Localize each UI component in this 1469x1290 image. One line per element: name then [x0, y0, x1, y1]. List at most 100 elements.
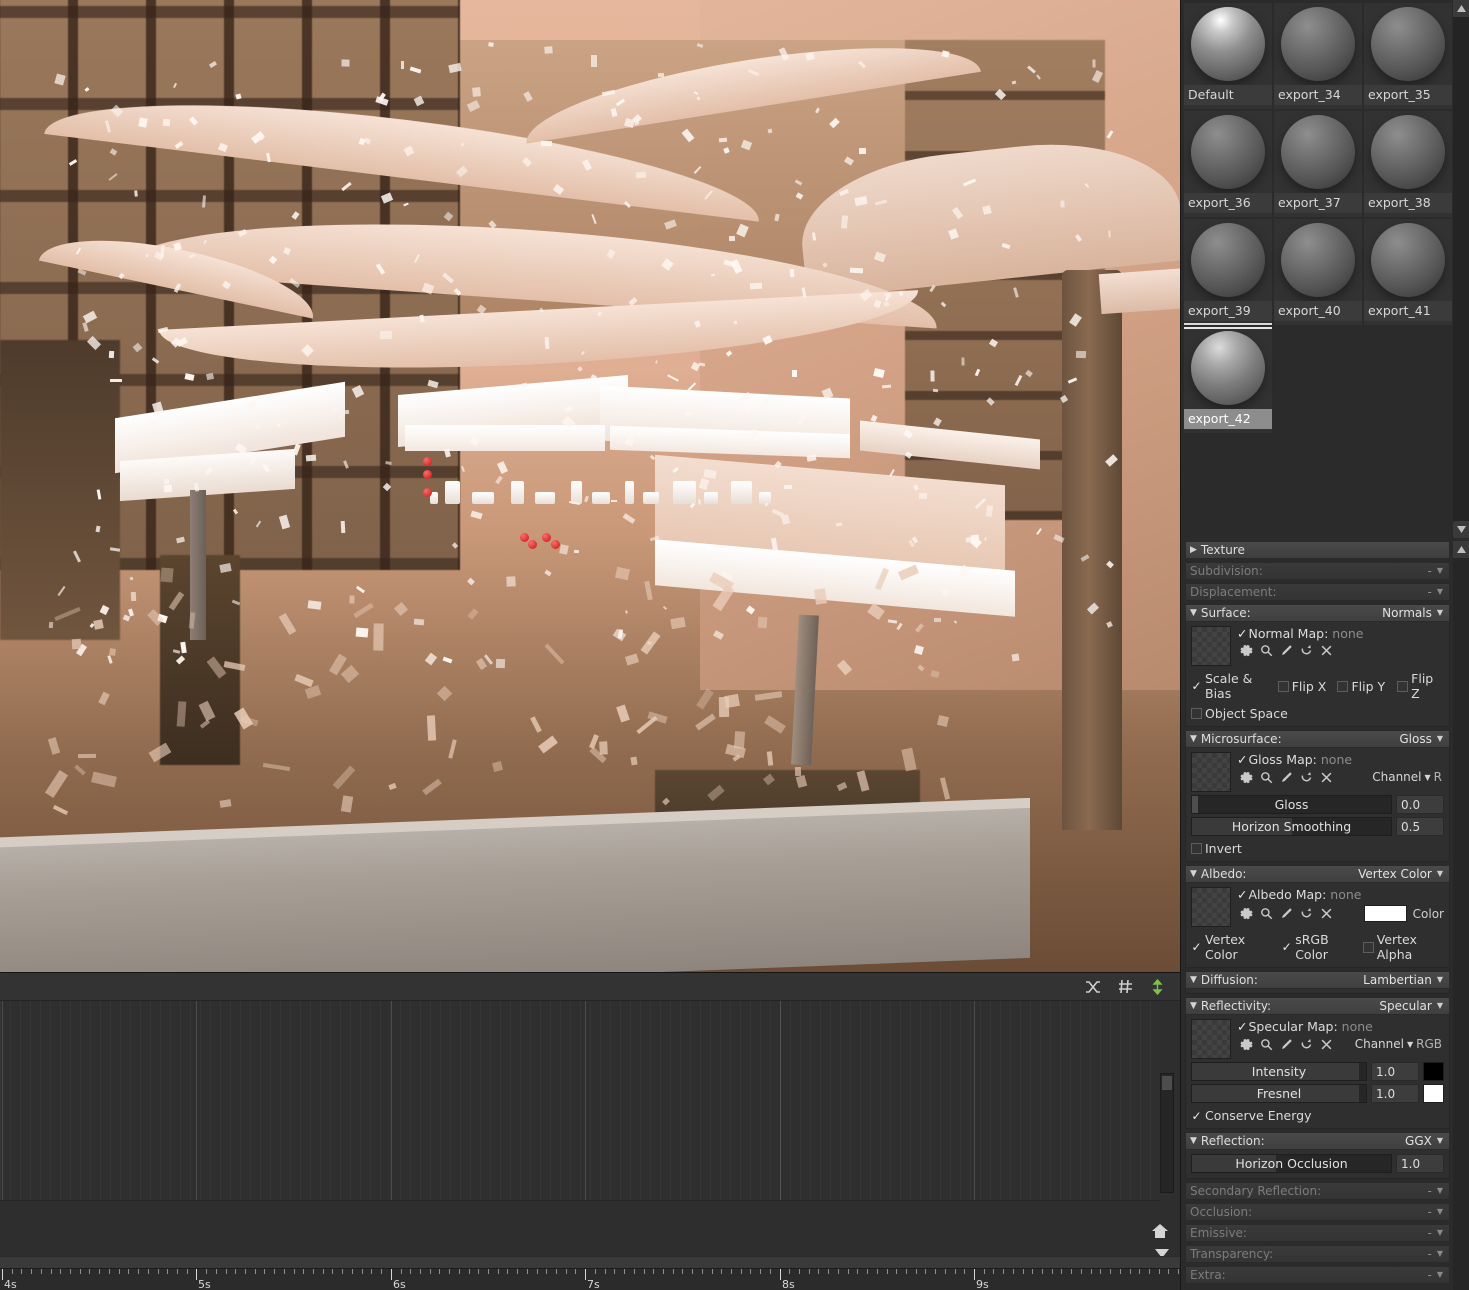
checkmark-icon[interactable]: ✓: [1237, 887, 1247, 902]
timeline-vertical-scrollbar[interactable]: [1160, 1073, 1174, 1193]
chevron-down-icon[interactable]: ▼: [1437, 1266, 1443, 1284]
diffusion-header[interactable]: ▼ Diffusion: Lambertian ▼: [1185, 971, 1450, 989]
occlusion-header[interactable]: Occlusion: - ▼: [1185, 1203, 1450, 1221]
horizon-smoothing-slider[interactable]: Horizon Smoothing: [1191, 817, 1392, 836]
gear-icon[interactable]: [1240, 907, 1253, 920]
magnifier-icon[interactable]: [1260, 771, 1273, 784]
home-icon[interactable]: [1148, 1220, 1172, 1242]
gloss-map-thumbnail[interactable]: [1191, 752, 1231, 792]
reflection-header[interactable]: ▼ Reflection: GGX ▼: [1185, 1132, 1450, 1150]
refresh-icon[interactable]: [1300, 1038, 1313, 1051]
invert-checkbox[interactable]: Invert: [1191, 841, 1242, 856]
srgb-color-checkbox[interactable]: ✓ sRGB Color: [1281, 932, 1363, 962]
microsurface-header[interactable]: ▼ Microsurface: Gloss ▼: [1185, 730, 1450, 748]
gear-icon[interactable]: [1240, 771, 1253, 784]
timeline-scrollbar-thumb[interactable]: [1162, 1076, 1172, 1090]
flip-x-checkbox[interactable]: Flip X: [1277, 679, 1338, 694]
specular-channel-dropdown[interactable]: Channel ▼ RGB: [1355, 1037, 1444, 1051]
emissive-header[interactable]: Emissive: - ▼: [1185, 1224, 1450, 1242]
surface-header[interactable]: ▼ Surface: Normals ▼: [1185, 604, 1450, 622]
material-thumbnail[interactable]: export_41: [1364, 219, 1452, 325]
specular-map-thumbnail[interactable]: [1191, 1019, 1231, 1059]
scroll-down-icon[interactable]: [1453, 521, 1469, 538]
chevron-down-icon[interactable]: ▼: [1437, 562, 1443, 580]
horizon-smoothing-value-field[interactable]: 0.5: [1396, 817, 1444, 836]
gear-icon[interactable]: [1240, 644, 1253, 657]
normal-map-thumbnail[interactable]: [1191, 626, 1231, 666]
pencil-icon[interactable]: [1280, 1038, 1293, 1051]
shuffle-icon[interactable]: [1084, 978, 1102, 996]
properties-scrollbar[interactable]: [1453, 541, 1469, 1290]
reflectivity-header[interactable]: ▼ Reflectivity: Specular ▼: [1185, 997, 1450, 1015]
pencil-icon[interactable]: [1280, 771, 1293, 784]
timeline-ruler[interactable]: 4s 5s 6s 7s 8s 9s: [0, 1268, 1180, 1290]
flip-z-checkbox[interactable]: Flip Z: [1397, 671, 1444, 701]
gloss-slider[interactable]: Gloss: [1191, 795, 1392, 814]
chevron-down-icon[interactable]: ▼: [1437, 1224, 1443, 1242]
pencil-icon[interactable]: [1280, 907, 1293, 920]
chevron-down-icon[interactable]: ▼: [1437, 604, 1443, 622]
material-grid-scroll-trough[interactable]: [1453, 17, 1469, 521]
material-thumbnail[interactable]: export_35: [1364, 3, 1452, 109]
chevron-down-icon[interactable]: ▼: [1437, 997, 1443, 1015]
transparency-header[interactable]: Transparency: - ▼: [1185, 1245, 1450, 1263]
gear-icon[interactable]: [1240, 1038, 1253, 1051]
material-thumbnail[interactable]: export_34: [1274, 3, 1362, 109]
material-thumbnail[interactable]: Default: [1184, 3, 1272, 109]
material-thumbnail[interactable]: export_39: [1184, 219, 1272, 325]
gloss-value-field[interactable]: 0.0: [1396, 795, 1444, 814]
close-icon[interactable]: [1320, 907, 1333, 920]
flip-y-checkbox[interactable]: Flip Y: [1337, 679, 1397, 694]
fresnel-color-swatch[interactable]: [1423, 1084, 1444, 1103]
chevron-down-icon[interactable]: ▼: [1437, 1182, 1443, 1200]
chevron-down-icon[interactable]: ▼: [1437, 865, 1443, 883]
horizon-occlusion-value-field[interactable]: 1.0: [1396, 1154, 1444, 1173]
extra-header[interactable]: Extra: - ▼: [1185, 1266, 1450, 1284]
vertical-resize-icon[interactable]: [1148, 978, 1166, 996]
conserve-energy-checkbox[interactable]: ✓ Conserve Energy: [1191, 1108, 1311, 1123]
refresh-icon[interactable]: [1300, 907, 1313, 920]
material-grid-scrollbar[interactable]: [1453, 0, 1469, 538]
magnifier-icon[interactable]: [1260, 644, 1273, 657]
gloss-channel-dropdown[interactable]: Channel ▼ R: [1372, 770, 1444, 784]
chevron-down-icon[interactable]: ▼: [1437, 971, 1443, 989]
scroll-up-icon[interactable]: [1453, 541, 1469, 558]
magnifier-icon[interactable]: [1260, 907, 1273, 920]
timeline-track[interactable]: [0, 1001, 1160, 1201]
intensity-color-swatch[interactable]: [1423, 1062, 1444, 1081]
pencil-icon[interactable]: [1280, 644, 1293, 657]
chevron-down-icon[interactable]: ▼: [1437, 730, 1443, 748]
subdivision-header[interactable]: Subdivision: - ▼: [1185, 562, 1450, 580]
vertex-color-checkbox[interactable]: ✓ Vertex Color: [1191, 932, 1281, 962]
checkmark-icon[interactable]: ✓: [1237, 1019, 1247, 1034]
displacement-header[interactable]: Displacement: - ▼: [1185, 583, 1450, 601]
intensity-slider[interactable]: Intensity: [1191, 1062, 1367, 1081]
chevron-down-icon[interactable]: ▼: [1437, 1132, 1443, 1150]
chevron-down-icon[interactable]: ▼: [1437, 583, 1443, 601]
texture-header[interactable]: ▶ Texture: [1185, 541, 1450, 559]
albedo-map-thumbnail[interactable]: [1191, 887, 1231, 927]
material-thumbnail[interactable]: export_36: [1184, 111, 1272, 217]
magnifier-icon[interactable]: [1260, 1038, 1273, 1051]
fresnel-slider[interactable]: Fresnel: [1191, 1084, 1367, 1103]
close-icon[interactable]: [1320, 644, 1333, 657]
material-grid[interactable]: Default export_34 export_35 export_36 export…: [1181, 0, 1453, 538]
material-thumbnail[interactable]: export_38: [1364, 111, 1452, 217]
close-icon[interactable]: [1320, 771, 1333, 784]
secondary-reflection-header[interactable]: Secondary Reflection: - ▼: [1185, 1182, 1450, 1200]
chevron-down-icon[interactable]: ▼: [1437, 1203, 1443, 1221]
3d-viewport[interactable]: [0, 0, 1180, 972]
refresh-icon[interactable]: [1300, 771, 1313, 784]
scroll-up-icon[interactable]: [1453, 0, 1469, 17]
refresh-icon[interactable]: [1300, 644, 1313, 657]
albedo-header[interactable]: ▼ Albedo: Vertex Color ▼: [1185, 865, 1450, 883]
vertex-alpha-checkbox[interactable]: Vertex Alpha: [1362, 932, 1444, 962]
fresnel-value-field[interactable]: 1.0: [1371, 1084, 1419, 1103]
close-icon[interactable]: [1320, 1038, 1333, 1051]
checkmark-icon[interactable]: ✓: [1237, 752, 1247, 767]
checkmark-icon[interactable]: ✓: [1237, 626, 1247, 641]
intensity-value-field[interactable]: 1.0: [1371, 1062, 1419, 1081]
horizon-occlusion-slider[interactable]: Horizon Occlusion: [1191, 1154, 1392, 1173]
material-thumbnail[interactable]: export_37: [1274, 111, 1362, 217]
object-space-checkbox[interactable]: Object Space: [1191, 706, 1288, 721]
